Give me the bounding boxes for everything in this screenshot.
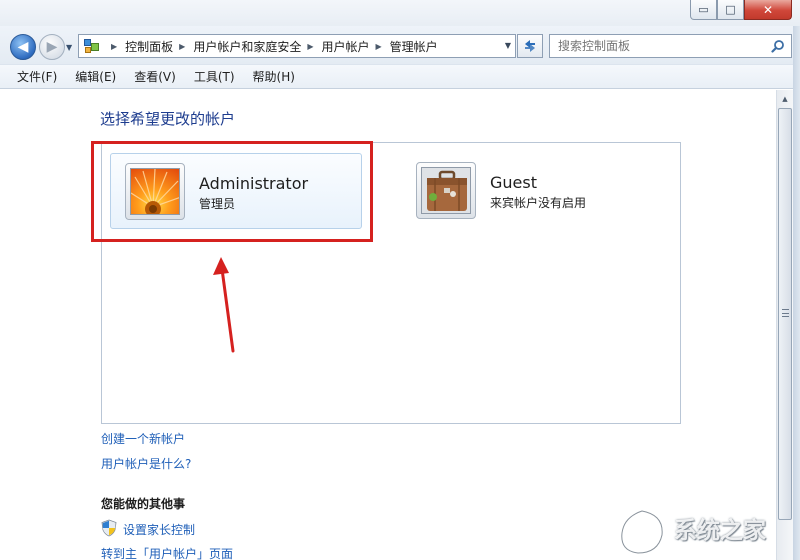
grip-icon [782,309,789,317]
refresh-button[interactable] [517,34,543,58]
account-name: Guest [490,173,537,192]
forward-button[interactable]: ▶ [39,34,65,60]
navigation-bar: ◀ ▶ ▼ ▶ 控制面板 ▶ 用户帐户和家庭安全 ▶ 用户帐户 ▶ 管理帐户 ▼ [0,26,800,64]
menu-help[interactable]: 帮助(H) [244,68,304,85]
close-icon: ✕ [762,2,774,17]
create-account-link[interactable]: 创建一个新帐户 [101,430,185,447]
vertical-scrollbar[interactable]: ▲ [776,90,793,560]
breadcrumb-user-accounts-family-safety[interactable]: 用户帐户和家庭安全 [193,38,301,55]
arrow-right-icon: ▶ [46,39,58,55]
account-type: 来宾帐户没有启用 [490,196,587,210]
chevron-right-icon[interactable]: ▶ [376,42,382,51]
annotation-highlight-box [91,141,373,242]
search-box[interactable] [549,34,792,58]
search-input[interactable] [558,39,758,53]
control-panel-icon [83,38,101,54]
watermark-logo: 系统之家 [612,505,800,560]
scroll-thumb[interactable] [778,108,792,520]
suitcase-picture-icon [422,168,470,213]
refresh-icon [525,40,535,52]
window-border [793,26,800,560]
recent-pages-dropdown[interactable]: ▼ [66,43,76,53]
maximize-button[interactable]: □ [717,0,744,20]
go-to-user-accounts-link[interactable]: 转到主「用户帐户」页面 [101,545,233,560]
breadcrumb-user-accounts[interactable]: 用户帐户 [322,38,370,55]
chevron-right-icon[interactable]: ▶ [179,42,185,51]
menu-file[interactable]: 文件(F) [8,68,66,85]
shield-icon [101,519,117,537]
breadcrumb-control-panel[interactable]: 控制面板 [125,38,173,55]
page-title: 选择希望更改的帐户 [100,110,236,128]
back-button[interactable]: ◀ [10,34,36,60]
account-tile-guest[interactable]: Guest 来宾帐户没有启用 [402,153,654,229]
chevron-right-icon[interactable]: ▶ [111,42,117,51]
minimize-icon: ▭ [698,3,709,16]
maximize-icon: □ [725,3,736,16]
menu-edit[interactable]: 编辑(E) [66,68,125,85]
breadcrumb-manage-accounts[interactable]: 管理帐户 [390,38,438,55]
menu-tools[interactable]: 工具(T) [185,68,244,85]
chevron-right-icon[interactable]: ▶ [307,42,313,51]
minimize-button[interactable]: ▭ [690,0,717,20]
chevron-down-icon[interactable]: ▼ [505,41,511,50]
close-button[interactable]: ✕ [744,0,792,20]
parental-controls-link[interactable]: 设置家长控制 [123,521,195,538]
search-icon[interactable] [771,39,785,53]
watermark-text: 系统之家 [674,518,766,544]
what-is-user-account-link[interactable]: 用户帐户是什么? [101,455,191,472]
watermark-emblem-icon [619,508,665,556]
arrow-left-icon: ◀ [17,39,29,55]
scroll-up-arrow-icon[interactable]: ▲ [777,90,793,107]
address-bar[interactable]: ▶ 控制面板 ▶ 用户帐户和家庭安全 ▶ 用户帐户 ▶ 管理帐户 ▼ [78,34,516,58]
other-tasks-heading: 您能做的其他事 [101,497,186,511]
menu-bar: 文件(F) 编辑(E) 查看(V) 工具(T) 帮助(H) [0,64,800,89]
account-picture [416,162,476,219]
menu-view[interactable]: 查看(V) [125,68,185,85]
annotation-arrow-icon [213,257,235,353]
